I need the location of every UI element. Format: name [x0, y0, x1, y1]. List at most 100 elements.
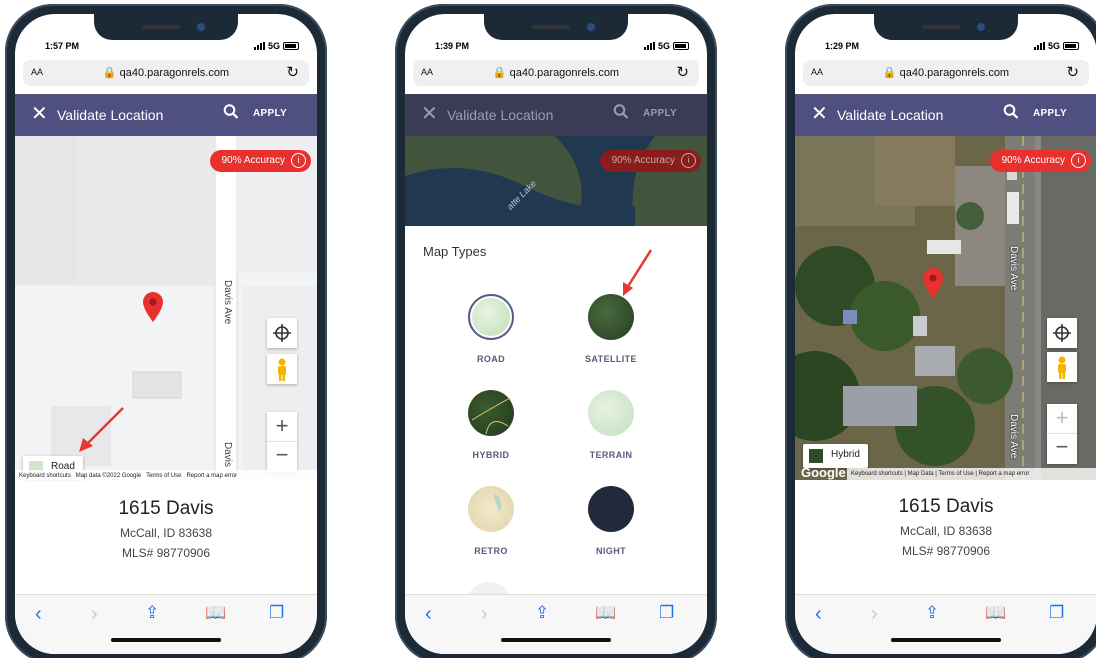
home-indicator	[501, 638, 611, 642]
bookmarks-icon[interactable]: 📖	[985, 603, 1006, 623]
map-pin-icon[interactable]	[143, 292, 163, 322]
phone-screen: 1:57 PM 5G AA 🔒 qa40.paragonrels.com ↻ ✕…	[15, 14, 317, 654]
hybrid-roads	[471, 397, 511, 435]
map-type-satellite[interactable]: SATELLITE	[571, 294, 651, 364]
tabs-icon[interactable]: ❐	[659, 603, 674, 623]
map-type-hybrid[interactable]: HYBRID	[451, 390, 531, 460]
night-thumbnail	[588, 486, 634, 532]
property-address: 1615 Davis McCall, ID 83638 MLS# 9877090…	[15, 498, 317, 560]
close-icon[interactable]: ✕	[31, 101, 48, 126]
satellite-thumbnail	[588, 294, 634, 340]
zoom-out-icon[interactable]: −	[1047, 434, 1077, 464]
report-error-link[interactable]: Report a map error	[979, 471, 1030, 477]
map-type-label: Hybrid	[831, 449, 860, 460]
page-title: Validate Location	[447, 107, 554, 123]
keyboard-shortcuts-link[interactable]: Keyboard shortcuts	[19, 473, 71, 479]
street-view-button[interactable]	[1047, 352, 1077, 382]
mls-number: MLS# 98770906	[121, 546, 211, 560]
mls-number: MLS# 98770906	[901, 544, 991, 558]
zoom-controls: + −	[1047, 404, 1077, 464]
browser-toolbar: ‹ › ⇪ 📖 ❐	[795, 594, 1096, 654]
street-view-button[interactable]	[267, 354, 297, 384]
annotation-arrow	[79, 407, 124, 452]
home-indicator	[891, 638, 1001, 642]
app-header: ✕ Validate Location APPLY	[795, 94, 1096, 136]
map-type-label: SATELLITE	[585, 354, 637, 364]
map-view[interactable]: atte Lake 90% Accuracy i	[405, 136, 707, 226]
network-label: 5G	[657, 41, 670, 51]
pegman-icon	[1058, 356, 1066, 379]
reload-icon[interactable]: ↻	[286, 63, 299, 81]
forward-icon[interactable]: ›	[871, 603, 878, 626]
status-time: 1:39 PM	[435, 41, 470, 51]
locate-button[interactable]	[267, 318, 297, 348]
browser-toolbar: ‹ › ⇪ 📖 ❐	[15, 594, 317, 654]
share-icon[interactable]: ⇪	[925, 603, 939, 623]
share-icon[interactable]: ⇪	[145, 603, 159, 623]
reload-icon[interactable]: ↻	[676, 63, 689, 81]
forward-icon[interactable]: ›	[481, 603, 488, 626]
property-address: 1615 Davis McCall, ID 83638 MLS# 9877090…	[795, 496, 1096, 558]
address-bar[interactable]: AA 🔒 qa40.paragonrels.com ↻	[803, 60, 1089, 86]
close-icon[interactable]: ✕	[811, 101, 828, 126]
map-type-road[interactable]: ROAD	[451, 294, 531, 364]
terms-link[interactable]: Terms of Use	[938, 471, 973, 477]
phone-screen: 1:29 PM 5G AA 🔒 qa40.paragonrels.com ↻ ✕…	[795, 14, 1096, 654]
bookmarks-icon[interactable]: 📖	[205, 603, 226, 623]
accuracy-badge[interactable]: 90% Accuracy i	[209, 150, 311, 172]
search-icon[interactable]	[613, 102, 629, 122]
page-title: Validate Location	[57, 107, 164, 123]
zoom-in-icon[interactable]: +	[267, 412, 297, 442]
network-label: 5G	[267, 41, 280, 51]
map-type-terrain[interactable]: TERRAIN	[571, 390, 651, 460]
network-label: 5G	[1047, 41, 1060, 51]
accuracy-badge[interactable]: 90% Accuracy i	[599, 150, 701, 172]
share-icon[interactable]: ⇪	[535, 603, 549, 623]
terms-link[interactable]: Terms of Use	[146, 473, 181, 479]
map-view[interactable]: Davis Ave Davis Ave 90% Accuracy i + − H…	[795, 136, 1096, 480]
apply-button[interactable]: APPLY	[643, 108, 677, 119]
back-icon[interactable]: ‹	[425, 603, 432, 626]
bookmarks-icon[interactable]: 📖	[595, 603, 616, 623]
map-type-retro[interactable]: RETRO	[451, 486, 531, 556]
info-icon[interactable]: i	[1071, 153, 1086, 168]
map-type-label: NIGHT	[596, 546, 626, 556]
map-view[interactable]: 90% Accuracy i Davis Ave Davis + − Road	[15, 136, 317, 482]
locate-button[interactable]	[1047, 318, 1077, 348]
status-time: 1:29 PM	[825, 41, 860, 51]
reload-icon[interactable]: ↻	[1066, 63, 1079, 81]
accuracy-label: 90% Accuracy	[1001, 155, 1065, 166]
map-type-night[interactable]: NIGHT	[571, 486, 651, 556]
signal-icon	[253, 42, 265, 50]
search-icon[interactable]	[223, 102, 239, 122]
accuracy-label: 90% Accuracy	[221, 155, 285, 166]
close-icon[interactable]: ✕	[421, 101, 438, 126]
map-pin-icon[interactable]	[923, 268, 943, 298]
accuracy-badge[interactable]: 90% Accuracy i	[989, 150, 1091, 172]
address-bar[interactable]: AA 🔒 qa40.paragonrels.com ↻	[413, 60, 699, 86]
back-icon[interactable]: ‹	[815, 603, 822, 626]
address-bar[interactable]: AA 🔒 qa40.paragonrels.com ↻	[23, 60, 309, 86]
terrain-thumbnail	[588, 390, 634, 436]
back-icon[interactable]: ‹	[35, 603, 42, 626]
report-error-link[interactable]: Report a map error	[186, 473, 237, 479]
url-text: qa40.paragonrels.com	[119, 67, 230, 79]
apply-button[interactable]: APPLY	[253, 108, 287, 119]
keyboard-shortcuts-link[interactable]: Keyboard shortcuts	[851, 471, 903, 477]
hybrid-thumbnail	[809, 449, 823, 463]
info-icon[interactable]: i	[291, 153, 306, 168]
zoom-out-icon[interactable]: −	[267, 442, 297, 472]
map-type-label: RETRO	[474, 546, 508, 556]
zoom-in-icon[interactable]: +	[1047, 404, 1077, 434]
status-bar: 1:39 PM 5G	[405, 38, 707, 58]
search-icon[interactable]	[1003, 102, 1019, 122]
lock-icon: 🔒	[882, 67, 897, 79]
signal-icon	[1033, 42, 1045, 50]
tabs-icon[interactable]: ❐	[1049, 603, 1064, 623]
info-icon[interactable]: i	[681, 153, 696, 168]
locate-icon	[1053, 324, 1071, 342]
apply-button[interactable]: APPLY	[1033, 108, 1067, 119]
forward-icon[interactable]: ›	[91, 603, 98, 626]
status-time: 1:57 PM	[45, 41, 80, 51]
tabs-icon[interactable]: ❐	[269, 603, 284, 623]
